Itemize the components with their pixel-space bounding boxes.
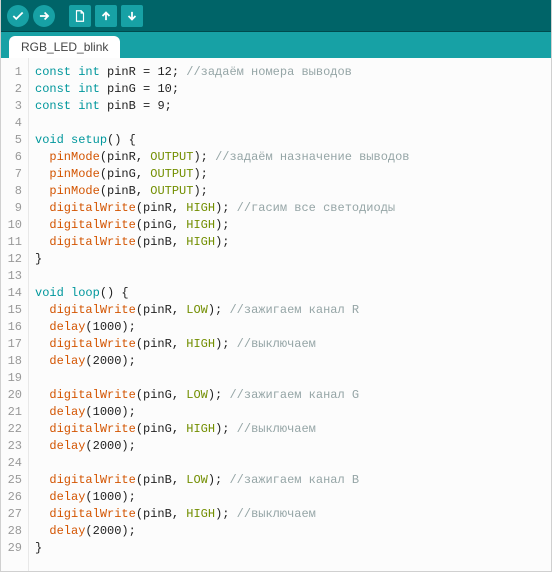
line-number: 7 [1, 166, 22, 183]
code-line[interactable]: const int pinG = 10; [35, 81, 551, 98]
code-line[interactable]: digitalWrite(pinG, HIGH); //выключаем [35, 421, 551, 438]
code-line[interactable]: digitalWrite(pinR, LOW); //зажигаем кана… [35, 302, 551, 319]
line-number: 26 [1, 489, 22, 506]
line-number: 5 [1, 132, 22, 149]
code-line[interactable]: const int pinB = 9; [35, 98, 551, 115]
code-line[interactable]: digitalWrite(pinG, LOW); //зажигаем кана… [35, 387, 551, 404]
code-line[interactable]: digitalWrite(pinB, HIGH); [35, 234, 551, 251]
code-line[interactable]: delay(2000); [35, 353, 551, 370]
code-line[interactable]: pinMode(pinG, OUTPUT); [35, 166, 551, 183]
line-number: 1 [1, 64, 22, 81]
line-number: 15 [1, 302, 22, 319]
toolbar [1, 0, 551, 32]
line-number: 22 [1, 421, 22, 438]
code-line[interactable]: pinMode(pinR, OUTPUT); //задаём назначен… [35, 149, 551, 166]
line-number: 9 [1, 200, 22, 217]
line-number: 3 [1, 98, 22, 115]
line-number: 19 [1, 370, 22, 387]
upload-button[interactable] [33, 5, 55, 27]
line-number: 8 [1, 183, 22, 200]
code-line[interactable] [35, 115, 551, 132]
check-icon [11, 9, 25, 23]
arrow-up-icon [99, 9, 113, 23]
code-line[interactable]: digitalWrite(pinG, HIGH); [35, 217, 551, 234]
code-line[interactable] [35, 455, 551, 472]
open-button[interactable] [95, 5, 117, 27]
arrow-down-icon [125, 9, 139, 23]
code-line[interactable]: delay(1000); [35, 489, 551, 506]
code-line[interactable]: delay(2000); [35, 523, 551, 540]
line-number: 18 [1, 353, 22, 370]
line-number: 29 [1, 540, 22, 557]
line-number: 23 [1, 438, 22, 455]
code-line[interactable]: void loop() { [35, 285, 551, 302]
editor[interactable]: 1234567891011121314151617181920212223242… [1, 58, 551, 571]
code-line[interactable]: } [35, 540, 551, 557]
line-number: 21 [1, 404, 22, 421]
code-line[interactable]: pinMode(pinB, OUTPUT); [35, 183, 551, 200]
verify-button[interactable] [7, 5, 29, 27]
line-number: 2 [1, 81, 22, 98]
new-button[interactable] [69, 5, 91, 27]
save-button[interactable] [121, 5, 143, 27]
line-number: 25 [1, 472, 22, 489]
tab-sketch[interactable]: RGB_LED_blink [9, 36, 120, 58]
line-gutter: 1234567891011121314151617181920212223242… [1, 58, 29, 571]
line-number: 10 [1, 217, 22, 234]
tab-label: RGB_LED_blink [21, 40, 108, 54]
line-number: 28 [1, 523, 22, 540]
line-number: 6 [1, 149, 22, 166]
line-number: 11 [1, 234, 22, 251]
code-line[interactable]: void setup() { [35, 132, 551, 149]
code-line[interactable]: } [35, 251, 551, 268]
code-line[interactable]: const int pinR = 12; //задаём номера выв… [35, 64, 551, 81]
arrow-right-icon [37, 9, 51, 23]
line-number: 20 [1, 387, 22, 404]
line-number: 12 [1, 251, 22, 268]
file-icon [73, 9, 87, 23]
line-number: 14 [1, 285, 22, 302]
code-line[interactable]: delay(1000); [35, 319, 551, 336]
code-line[interactable]: delay(2000); [35, 438, 551, 455]
code-line[interactable] [35, 370, 551, 387]
line-number: 17 [1, 336, 22, 353]
code-line[interactable]: delay(1000); [35, 404, 551, 421]
line-number: 27 [1, 506, 22, 523]
line-number: 13 [1, 268, 22, 285]
code-line[interactable]: digitalWrite(pinR, HIGH); //выключаем [35, 336, 551, 353]
code-line[interactable]: digitalWrite(pinB, HIGH); //выключаем [35, 506, 551, 523]
tab-bar: RGB_LED_blink [1, 32, 551, 58]
line-number: 16 [1, 319, 22, 336]
code-line[interactable]: digitalWrite(pinR, HIGH); //гасим все св… [35, 200, 551, 217]
line-number: 4 [1, 115, 22, 132]
line-number: 24 [1, 455, 22, 472]
code-line[interactable] [35, 268, 551, 285]
code-line[interactable]: digitalWrite(pinB, LOW); //зажигаем кана… [35, 472, 551, 489]
code-area[interactable]: const int pinR = 12; //задаём номера выв… [29, 58, 551, 571]
